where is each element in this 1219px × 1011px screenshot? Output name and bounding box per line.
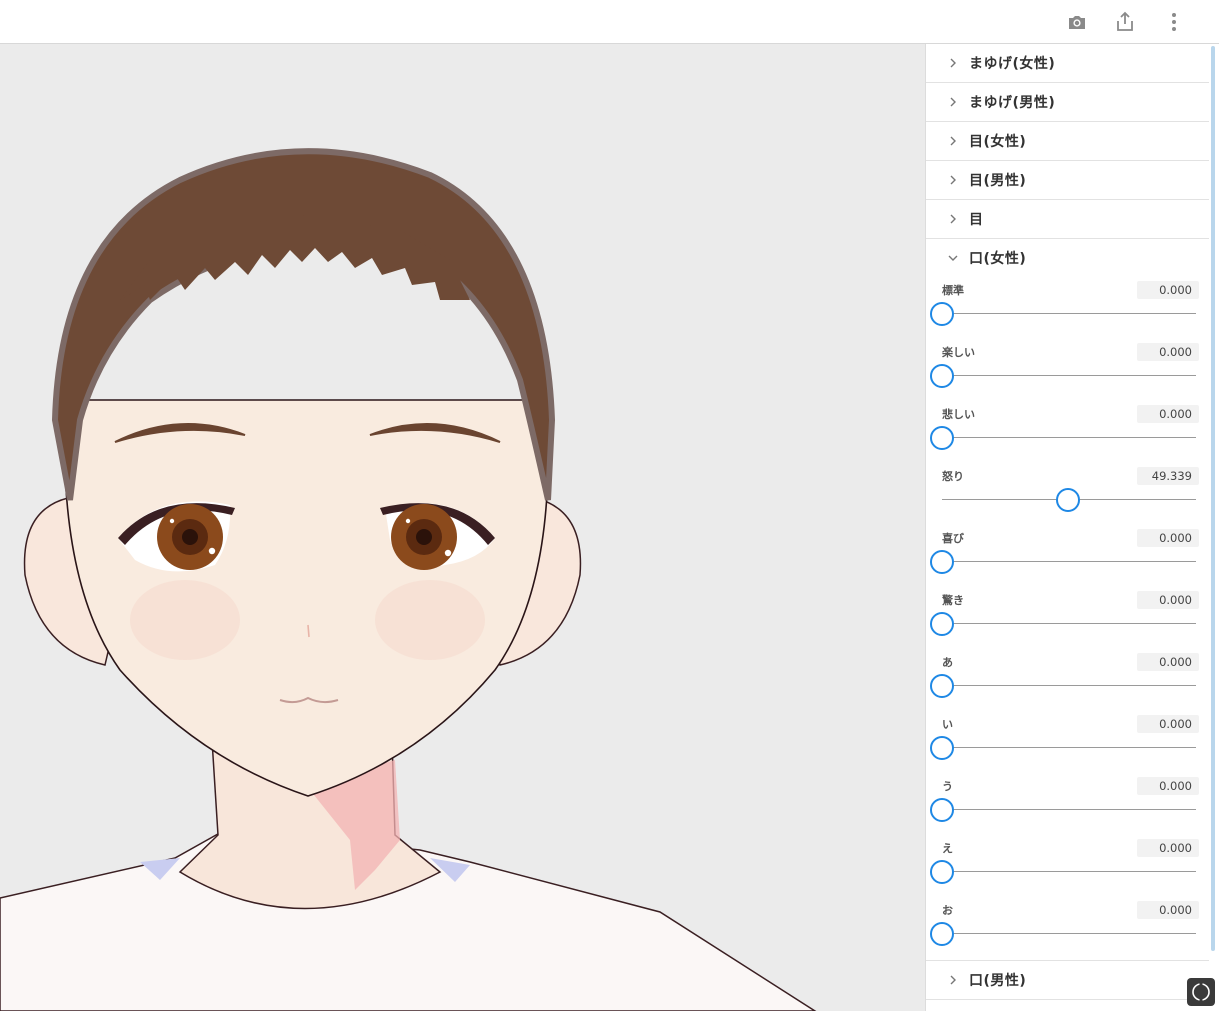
slider-label: い bbox=[942, 718, 953, 731]
accordion-header[interactable]: 目 bbox=[926, 200, 1209, 239]
chevron-right-icon bbox=[946, 173, 960, 187]
slider-track[interactable] bbox=[942, 375, 1196, 376]
avatar-render bbox=[0, 148, 817, 1011]
slider-track[interactable] bbox=[942, 933, 1196, 934]
slider-track[interactable] bbox=[942, 561, 1196, 562]
accordion-label: まゆげ(女性) bbox=[969, 56, 1056, 72]
accordion-label: 目(女性) bbox=[969, 134, 1027, 150]
slider-track[interactable] bbox=[942, 437, 1196, 438]
slider-label: 標準 bbox=[942, 284, 964, 297]
slider-label: あ bbox=[942, 656, 953, 669]
blendshape-slider-row: い 0.000 bbox=[926, 712, 1209, 774]
accordion-header[interactable]: 目(女性) bbox=[926, 122, 1209, 161]
share-icon[interactable] bbox=[1111, 8, 1139, 36]
accordion-header[interactable]: まゆげ(女性) bbox=[926, 44, 1209, 83]
blendshape-slider-row: う 0.000 bbox=[926, 774, 1209, 836]
blendshape-slider-row: え 0.000 bbox=[926, 836, 1209, 898]
slider-value-field[interactable]: 0.000 bbox=[1137, 591, 1199, 609]
slider-value-field[interactable]: 0.000 bbox=[1137, 529, 1199, 547]
slider-value-field[interactable]: 0.000 bbox=[1137, 901, 1199, 919]
camera-icon[interactable] bbox=[1063, 8, 1091, 36]
slider-thumb[interactable] bbox=[930, 364, 954, 388]
accordion-header[interactable]: 目(男性) bbox=[926, 161, 1209, 200]
chevron-right-icon bbox=[946, 212, 960, 226]
chevron-right-icon bbox=[946, 134, 960, 148]
chevron-right-icon bbox=[946, 56, 960, 70]
slider-label: 喜び bbox=[942, 532, 964, 545]
slider-thumb[interactable] bbox=[930, 860, 954, 884]
panel-scrollbar[interactable] bbox=[1211, 46, 1215, 951]
slider-value-field[interactable]: 0.000 bbox=[1137, 839, 1199, 857]
accordion-label: 目 bbox=[969, 212, 984, 228]
accordion-section-open: 口(女性) 標準 0.000 楽しい 0.000 悲しい 0.000 怒り 49.339 喜び 0… bbox=[926, 239, 1209, 961]
blendshape-slider-row: 標準 0.000 bbox=[926, 278, 1209, 340]
slider-value-field[interactable]: 0.000 bbox=[1137, 777, 1199, 795]
slider-thumb[interactable] bbox=[930, 612, 954, 636]
accordion-header[interactable]: まゆげ(男性) bbox=[926, 83, 1209, 122]
slider-track[interactable] bbox=[942, 871, 1196, 872]
accordion-header[interactable]: 口(男性) bbox=[926, 961, 1209, 1000]
slider-thumb[interactable] bbox=[930, 426, 954, 450]
slider-label: 楽しい bbox=[942, 346, 975, 359]
slider-track[interactable] bbox=[942, 685, 1196, 686]
slider-track[interactable] bbox=[942, 623, 1196, 624]
slider-thumb[interactable] bbox=[930, 302, 954, 326]
chevron-right-icon bbox=[946, 95, 960, 109]
slider-label: お bbox=[942, 904, 953, 917]
slider-value-field[interactable]: 0.000 bbox=[1137, 405, 1199, 423]
slider-thumb[interactable] bbox=[930, 736, 954, 760]
slider-thumb[interactable] bbox=[930, 550, 954, 574]
accordion-label: 口(男性) bbox=[969, 973, 1027, 989]
slider-label: え bbox=[942, 842, 953, 855]
blendshape-slider-row: あ 0.000 bbox=[926, 650, 1209, 712]
slider-value-field[interactable]: 49.339 bbox=[1137, 467, 1199, 485]
blendshape-slider-row: 悲しい 0.000 bbox=[926, 402, 1209, 464]
blendshape-slider-row: 喜び 0.000 bbox=[926, 526, 1209, 588]
slider-label: 怒り bbox=[942, 470, 964, 483]
avatar-viewport[interactable] bbox=[0, 44, 925, 1011]
blendshape-slider-row: お 0.000 bbox=[926, 898, 1209, 960]
accordion-header-mouth-female[interactable]: 口(女性) bbox=[926, 239, 1209, 278]
slider-thumb[interactable] bbox=[930, 922, 954, 946]
slider-track[interactable] bbox=[942, 747, 1196, 748]
accordion-label: 口(女性) bbox=[969, 251, 1027, 267]
accordion-label: 目(男性) bbox=[969, 173, 1027, 189]
blendshape-panel: まゆげ(女性) まゆげ(男性) 目(女性) 目(男性) 目 口(女性) 標準 0.000 楽… bbox=[925, 44, 1219, 1011]
slider-label: 驚き bbox=[942, 594, 964, 607]
more-vertical-icon[interactable] bbox=[1160, 8, 1188, 36]
slider-label: 悲しい bbox=[942, 408, 975, 421]
slider-value-field[interactable]: 0.000 bbox=[1137, 343, 1199, 361]
slider-label: う bbox=[942, 780, 953, 793]
reset-view-button[interactable] bbox=[1187, 978, 1215, 1006]
slider-value-field[interactable]: 0.000 bbox=[1137, 715, 1199, 733]
chevron-down-icon bbox=[946, 251, 960, 265]
slider-value-field[interactable]: 0.000 bbox=[1137, 281, 1199, 299]
blendshape-slider-row: 楽しい 0.000 bbox=[926, 340, 1209, 402]
slider-track[interactable] bbox=[942, 809, 1196, 810]
blendshape-slider-row: 驚き 0.000 bbox=[926, 588, 1209, 650]
slider-thumb[interactable] bbox=[930, 798, 954, 822]
chevron-right-icon bbox=[946, 973, 960, 987]
slider-track[interactable] bbox=[942, 313, 1196, 314]
slider-thumb[interactable] bbox=[1055, 488, 1080, 512]
slider-thumb[interactable] bbox=[930, 674, 954, 698]
blendshape-slider-row: 怒り 49.339 bbox=[926, 464, 1209, 526]
slider-value-field[interactable]: 0.000 bbox=[1137, 653, 1199, 671]
top-toolbar bbox=[0, 0, 1219, 44]
accordion-label: まゆげ(男性) bbox=[969, 95, 1056, 111]
